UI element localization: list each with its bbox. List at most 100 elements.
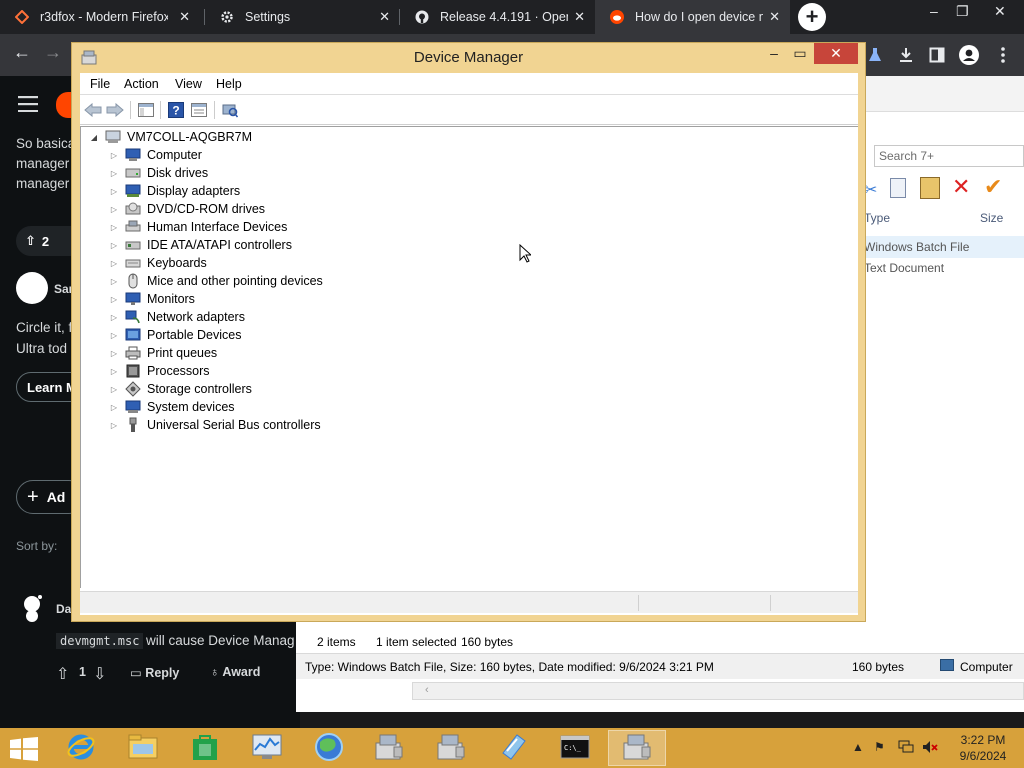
expand-triangle-icon[interactable]: ▷: [109, 258, 119, 268]
column-header-type[interactable]: Type: [864, 211, 890, 225]
tab-close-icon[interactable]: ✕: [379, 9, 390, 25]
tree-item-category[interactable]: ▷ Monitors: [109, 290, 195, 308]
expand-triangle-icon[interactable]: ▷: [109, 276, 119, 286]
help-icon[interactable]: ?: [167, 101, 185, 119]
tree-item-category[interactable]: ▷ Computer: [109, 146, 202, 164]
scroll-left-icon[interactable]: ‹: [425, 684, 429, 696]
cut-icon[interactable]: ✂: [864, 180, 877, 200]
action-center-flag-icon[interactable]: ⚑: [874, 740, 885, 754]
tab-reddit-device-manager[interactable]: How do I open device m ✕: [595, 0, 790, 34]
tree-item-category[interactable]: ▷ Processors: [109, 362, 210, 380]
tree-item-category[interactable]: ▷ Universal Serial Bus controllers: [109, 416, 321, 434]
tree-root[interactable]: ◢ VM7COLL-AQGBR7M: [89, 128, 252, 146]
taskbar-device-manager-active[interactable]: [608, 730, 666, 766]
back-icon[interactable]: [84, 101, 102, 119]
downvote-icon[interactable]: ⇩: [93, 664, 106, 684]
close-icon[interactable]: ✕: [994, 3, 1006, 20]
expand-triangle-icon[interactable]: ▷: [109, 186, 119, 196]
expand-triangle-icon[interactable]: ▷: [109, 204, 119, 214]
file-row-selected[interactable]: Windows Batch File: [864, 236, 1024, 258]
tab-close-icon[interactable]: ✕: [769, 9, 780, 25]
award-button[interactable]: ♁ Award: [210, 665, 260, 679]
network-icon[interactable]: [898, 740, 914, 757]
expand-triangle-icon[interactable]: ▷: [109, 312, 119, 322]
account-icon[interactable]: [958, 44, 980, 66]
tree-item-category[interactable]: ▷ Portable Devices: [109, 326, 242, 344]
expand-triangle-icon[interactable]: ▷: [109, 384, 119, 394]
menu-help[interactable]: Help: [216, 77, 242, 91]
show-hide-console-tree-icon[interactable]: [137, 101, 155, 119]
volume-muted-icon[interactable]: [922, 740, 938, 757]
tab-close-icon[interactable]: ✕: [574, 9, 585, 25]
taskbar-notepad[interactable]: [484, 730, 542, 766]
maximize-icon[interactable]: ▭: [790, 45, 810, 65]
copy-icon[interactable]: [890, 178, 906, 198]
scan-hardware-changes-icon[interactable]: [221, 101, 239, 119]
start-windows-icon[interactable]: [10, 737, 38, 764]
taskbar-internet-explorer[interactable]: [52, 730, 110, 766]
paste-icon[interactable]: [920, 177, 940, 199]
taskbar-device-manager-1[interactable]: [360, 730, 418, 766]
hamburger-menu-icon[interactable]: [18, 96, 38, 115]
expand-triangle-icon[interactable]: ▷: [109, 294, 119, 304]
taskbar-device-manager-2[interactable]: [422, 730, 480, 766]
minimize-icon[interactable]: –: [764, 45, 784, 65]
menu-action[interactable]: Action: [124, 77, 159, 91]
taskbar-command-prompt[interactable]: C:\_: [546, 730, 604, 766]
taskbar-resource-monitor[interactable]: [238, 730, 296, 766]
tree-item-category[interactable]: ▷ System devices: [109, 398, 235, 416]
upvote-icon[interactable]: ⇧: [25, 233, 36, 249]
taskbar-file-explorer[interactable]: [114, 730, 172, 766]
expand-triangle-icon[interactable]: ▷: [109, 420, 119, 430]
tree-item-category[interactable]: ▷ Mice and other pointing devices: [109, 272, 323, 290]
tree-item-category[interactable]: ▷ Human Interface Devices: [109, 218, 287, 236]
collapse-triangle-icon[interactable]: ◢: [89, 132, 99, 142]
expand-triangle-icon[interactable]: ▷: [109, 222, 119, 232]
tree-item-category[interactable]: ▷ Disk drives: [109, 164, 208, 182]
tree-item-category[interactable]: ▷ Network adapters: [109, 308, 245, 326]
tree-item-category[interactable]: ▷ Display adapters: [109, 182, 240, 200]
expand-triangle-icon[interactable]: ▷: [109, 330, 119, 340]
taskbar-browser[interactable]: [300, 730, 358, 766]
expand-triangle-icon[interactable]: ▷: [109, 150, 119, 160]
forward-arrow-icon[interactable]: →: [44, 42, 62, 63]
minimize-icon[interactable]: –: [930, 3, 938, 19]
tree-item-category[interactable]: ▷ DVD/CD-ROM drives: [109, 200, 265, 218]
menu-kebab-icon[interactable]: [992, 44, 1014, 66]
show-hidden-icons-icon[interactable]: ▲: [852, 740, 864, 754]
properties-icon[interactable]: [190, 101, 208, 119]
system-clock[interactable]: 3:22 PM 9/6/2024: [948, 732, 1018, 764]
menu-view[interactable]: View: [175, 77, 202, 91]
menu-file[interactable]: File: [90, 77, 110, 91]
download-icon[interactable]: [895, 44, 917, 66]
column-header-size[interactable]: Size: [980, 211, 1003, 225]
horizontal-scrollbar[interactable]: ‹: [412, 682, 1024, 700]
taskbar-store[interactable]: [176, 730, 234, 766]
sidebar-toggle-icon[interactable]: [926, 44, 948, 66]
restore-icon[interactable]: ❐: [956, 3, 969, 20]
upvote-icon[interactable]: ⇧: [56, 664, 69, 684]
expand-triangle-icon[interactable]: ▷: [109, 168, 119, 178]
expand-triangle-icon[interactable]: ▷: [109, 366, 119, 376]
forward-icon[interactable]: [106, 101, 124, 119]
tree-item-category[interactable]: ▷ IDE ATA/ATAPI controllers: [109, 236, 292, 254]
extension-flask-icon[interactable]: [864, 44, 886, 66]
tab-r3dfox[interactable]: r3dfox - Modern Firefox ✕: [0, 0, 200, 34]
tab-settings[interactable]: Settings ✕: [205, 0, 400, 34]
expand-triangle-icon[interactable]: ▷: [109, 240, 119, 250]
expand-triangle-icon[interactable]: ▷: [109, 348, 119, 358]
checkmark-icon[interactable]: ✔: [984, 174, 1002, 200]
commenter-name[interactable]: Da: [56, 602, 71, 616]
expand-triangle-icon[interactable]: ▷: [109, 402, 119, 412]
reply-button[interactable]: ▭ Reply: [130, 665, 179, 680]
tree-item-category[interactable]: ▷ Print queues: [109, 344, 217, 362]
tree-item-category[interactable]: ▷ Keyboards: [109, 254, 207, 272]
search-input[interactable]: Search 7+: [874, 145, 1024, 167]
delete-icon[interactable]: ✕: [952, 174, 970, 200]
tab-close-icon[interactable]: ✕: [179, 9, 190, 25]
back-arrow-icon[interactable]: ←: [13, 42, 31, 63]
close-button[interactable]: ✕: [814, 43, 858, 64]
tab-github-release[interactable]: Release 4.4.191 · Open- ✕: [400, 0, 595, 34]
new-tab-button[interactable]: +: [798, 3, 826, 31]
device-tree[interactable]: ◢ VM7COLL-AQGBR7M ▷ Computer ▷ Disk drives ▷…: [80, 126, 858, 588]
